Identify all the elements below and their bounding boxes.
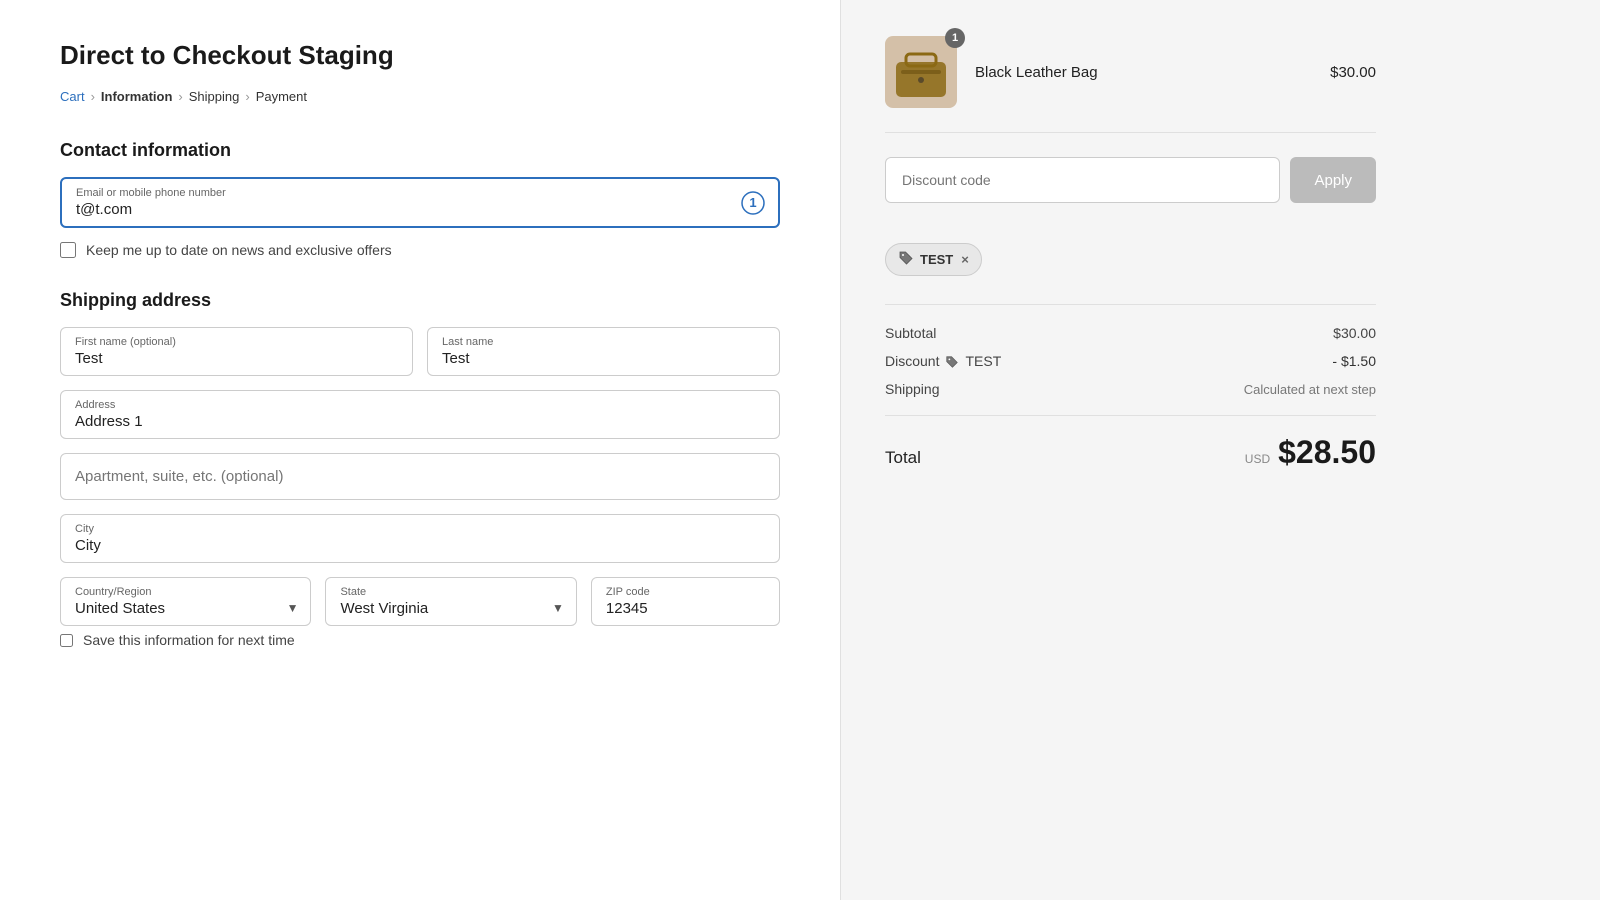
save-info-label: Save this information for next time [83,632,295,648]
divider-1 [885,304,1376,305]
first-name-input[interactable] [61,348,412,375]
bottom-address-row: Country/Region United States ▼ State Wes… [60,577,780,626]
discount-remove-button[interactable]: × [961,252,969,267]
contact-section: Contact information Email or mobile phon… [60,140,780,258]
shipping-row: Shipping Calculated at next step [885,381,1376,397]
discount-code-input[interactable] [885,157,1280,203]
shipping-label: Shipping [885,381,940,397]
country-select[interactable]: United States [61,598,310,625]
password-manager-icon: 1 [740,190,766,216]
address-input[interactable] [61,411,779,438]
country-field: Country/Region United States ▼ [60,577,311,626]
total-currency: USD [1245,452,1270,466]
state-field: State West Virginia ▼ [325,577,576,626]
zip-label: ZIP code [592,578,779,598]
newsletter-row: Keep me up to date on news and exclusive… [60,242,780,258]
last-name-input[interactable] [428,348,779,375]
total-row: Total USD $28.50 [885,415,1376,471]
apartment-input[interactable] [61,454,779,499]
apply-button[interactable]: Apply [1290,157,1376,203]
total-label: Total [885,448,921,468]
newsletter-checkbox[interactable] [60,242,76,258]
discount-tag-label: TEST [920,252,953,267]
save-info-checkbox[interactable] [60,634,73,647]
newsletter-label: Keep me up to date on news and exclusive… [86,242,392,258]
name-row: First name (optional) Last name [60,327,780,376]
address-label: Address [61,391,779,411]
breadcrumb: Cart › Information › Shipping › Payment [60,89,780,104]
city-field: City [60,514,780,563]
product-image [885,36,957,108]
product-row: 1 Black Leather Bag $30.00 [885,36,1376,133]
shipping-section: Shipping address First name (optional) L… [60,290,780,648]
breadcrumb-shipping: Shipping [189,89,240,104]
subtotal-value: $30.00 [1333,325,1376,341]
discount-code-display: TEST [965,353,1001,369]
discount-amount: - $1.50 [1332,353,1376,369]
shipping-section-title: Shipping address [60,290,780,311]
first-name-field: First name (optional) [60,327,413,376]
discount-input-wrap [885,157,1280,203]
product-name: Black Leather Bag [975,64,1312,81]
discount-tag: TEST × [885,243,982,276]
product-quantity-badge: 1 [945,28,965,48]
breadcrumb-cart[interactable]: Cart [60,89,85,104]
subtotal-label: Subtotal [885,325,936,341]
email-field[interactable] [62,199,778,226]
email-input-group: Email or mobile phone number 1 [60,177,780,228]
left-panel: Direct to Checkout Staging Cart › Inform… [0,0,840,900]
product-image-wrap: 1 [885,36,957,108]
tag-icon [898,250,914,269]
discount-section: Apply [885,157,1376,227]
total-amount: $28.50 [1278,434,1376,471]
contact-section-title: Contact information [60,140,780,161]
breadcrumb-sep-2: › [178,89,182,104]
discount-summary-row: Discount TEST - $1.50 [885,353,1376,369]
save-info-row: Save this information for next time [60,632,780,648]
subtotal-row: Subtotal $30.00 [885,325,1376,341]
country-label: Country/Region [61,578,310,598]
discount-label-wrap: Discount TEST [885,353,1001,369]
last-name-label: Last name [428,328,779,348]
state-label: State [326,578,575,598]
first-name-label: First name (optional) [61,328,412,348]
last-name-field: Last name [427,327,780,376]
right-panel: 1 Black Leather Bag $30.00 Apply TEST × … [840,0,1420,900]
city-input[interactable] [61,535,779,562]
breadcrumb-payment: Payment [256,89,307,104]
zip-input[interactable] [592,598,779,625]
breadcrumb-information: Information [101,89,173,104]
zip-field: ZIP code [591,577,780,626]
total-amount-wrap: USD $28.50 [1245,434,1376,471]
store-title: Direct to Checkout Staging [60,40,780,71]
breadcrumb-sep-1: › [91,89,95,104]
email-label: Email or mobile phone number [62,179,778,199]
breadcrumb-sep-3: › [245,89,249,104]
address-field: Address [60,390,780,439]
svg-text:1: 1 [749,195,756,210]
shipping-value: Calculated at next step [1244,382,1376,397]
city-label: City [61,515,779,535]
state-select[interactable]: West Virginia [326,598,575,625]
product-price: $30.00 [1330,64,1376,81]
discount-text: Discount [885,353,939,369]
apartment-field [60,453,780,500]
discount-tag-icon [945,353,959,369]
